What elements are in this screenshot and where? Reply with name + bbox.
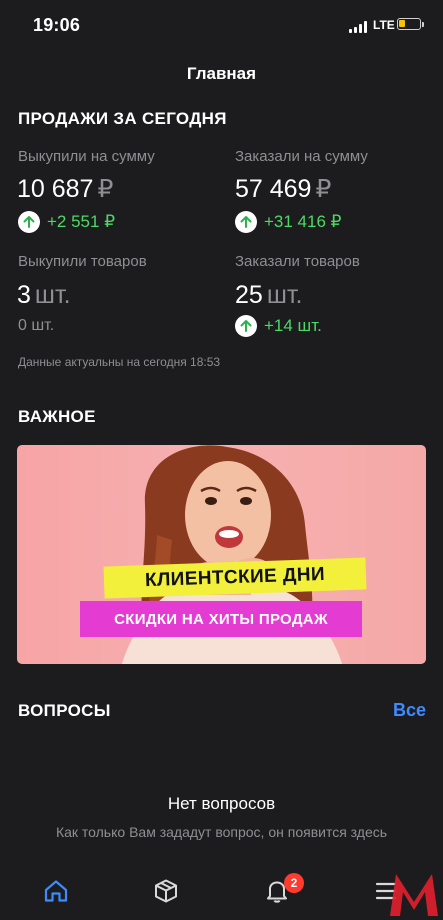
questions-section-title: ВОПРОСЫ [18, 701, 111, 720]
battery-icon [397, 18, 421, 30]
promo-banner[interactable]: КЛИЕНТСКИЕ ДНИ СКИДКИ НА ХИТЫ ПРОДАЖ [17, 445, 426, 664]
logo-watermark [390, 874, 438, 916]
questions-all-link[interactable]: Все [393, 700, 426, 721]
bought-items-unit: шт. [34, 281, 71, 309]
status-bar: 19:06 LTE [0, 0, 443, 52]
banner-subtitle: СКИДКИ НА ХИТЫ ПРОДАЖ [80, 601, 362, 637]
ordered-sum-unit: ₽ [315, 175, 332, 203]
page-title: Главная [186, 64, 257, 83]
bought-sum-number: 10 687 [17, 175, 94, 203]
ordered-sum-number: 57 469 [235, 175, 312, 203]
bought-sum-unit: ₽ [97, 175, 114, 203]
notifications-badge: 2 [284, 873, 304, 893]
arrow-up-icon [18, 211, 40, 233]
ordered-sum-label: Заказали на сумму [235, 148, 368, 165]
tab-bar [0, 862, 443, 920]
bought-items-number: 3 [17, 281, 31, 309]
ordered-items-delta: +14 шт. [235, 314, 322, 338]
signal-icon [349, 21, 369, 33]
empty-questions-subtitle: Как только Вам зададут вопрос, он появит… [55, 824, 388, 840]
bought-items-label: Выкупили товаров [18, 253, 147, 270]
network-type: LTE [373, 18, 395, 32]
ordered-items-unit: шт. [266, 281, 303, 309]
bought-items-value: 3 шт. [17, 281, 71, 310]
ordered-items-number: 25 [235, 281, 263, 309]
bought-sum-delta: +2 551 ₽ [18, 210, 115, 234]
bought-items-delta: 0 шт. [18, 317, 55, 334]
arrow-up-icon [235, 211, 257, 233]
home-icon [44, 880, 68, 902]
ordered-sum-delta-text: +31 416 ₽ [264, 212, 342, 231]
battery-tip [422, 22, 424, 27]
sales-section-title: ПРОДАЖИ ЗА СЕГОДНЯ [18, 109, 227, 128]
arrow-up-icon [235, 315, 257, 337]
tab-products[interactable] [144, 862, 188, 920]
tab-home[interactable] [34, 862, 78, 920]
important-section-title: ВАЖНОЕ [18, 407, 96, 426]
bought-sum-delta-text: +2 551 ₽ [47, 212, 116, 231]
empty-questions-title: Нет вопросов [167, 794, 276, 813]
box-icon [155, 879, 177, 903]
bought-sum-label: Выкупили на сумму [18, 148, 155, 165]
ordered-items-delta-text: +14 шт. [264, 316, 322, 335]
status-time: 19:06 [33, 15, 81, 35]
ordered-sum-delta: +31 416 ₽ [235, 210, 341, 234]
ordered-items-value: 25 шт. [235, 281, 303, 310]
ordered-items-label: Заказали товаров [235, 253, 360, 270]
data-updated-note: Данные актуальны на сегодня 18:53 [18, 355, 221, 369]
ordered-sum-value: 57 469 ₽ [235, 174, 331, 204]
bought-sum-value: 10 687 ₽ [17, 174, 113, 204]
